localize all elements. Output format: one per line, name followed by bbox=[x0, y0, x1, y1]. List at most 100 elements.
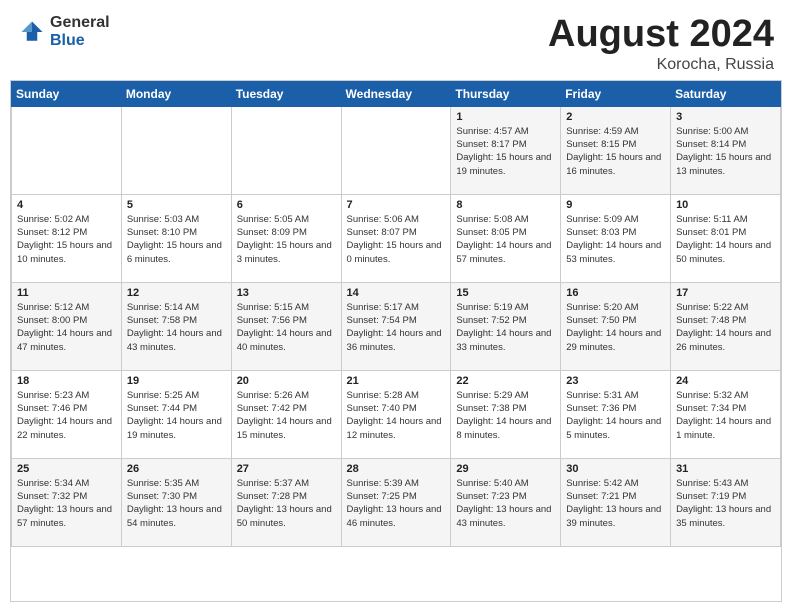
calendar-week-5: 25 Sunrise: 5:34 AM Sunset: 7:32 PM Dayli… bbox=[12, 458, 781, 546]
day-number: 14 bbox=[347, 287, 446, 299]
calendar-cell: 23 Sunrise: 5:31 AM Sunset: 7:36 PM Dayli… bbox=[561, 370, 671, 458]
header-wednesday: Wednesday bbox=[341, 81, 451, 106]
calendar-cell: 19Sunrise: 5:25 AM Sunset: 7:44 PM Dayli… bbox=[121, 370, 231, 458]
day-info: Sunrise: 5:19 AM Sunset: 7:52 PM Dayligh… bbox=[456, 301, 555, 354]
calendar-cell: 20 Sunrise: 5:26 AM Sunset: 7:42 PM Dayli… bbox=[231, 370, 341, 458]
day-info: Sunrise: 5:26 AM Sunset: 7:42 PM Dayligh… bbox=[237, 389, 336, 442]
day-number: 31 bbox=[676, 463, 775, 475]
calendar-cell: 15 Sunrise: 5:19 AM Sunset: 7:52 PM Dayli… bbox=[451, 282, 561, 370]
header-friday: Friday bbox=[561, 81, 671, 106]
day-info: Sunrise: 5:34 AM Sunset: 7:32 PM Dayligh… bbox=[17, 477, 116, 530]
day-number: 25 bbox=[17, 463, 116, 475]
day-number: 10 bbox=[676, 199, 775, 211]
calendar-cell: 30 Sunrise: 5:42 AM Sunset: 7:21 PM Dayli… bbox=[561, 458, 671, 546]
weekday-header-row: Sunday Monday Tuesday Wednesday Thursday… bbox=[12, 81, 781, 106]
calendar-location: Korocha, Russia bbox=[548, 56, 774, 74]
calendar-body: 1Sunrise: 4:57 AM Sunset: 8:17 PM Daylig… bbox=[12, 106, 781, 546]
calendar-cell: 31 Sunrise: 5:43 AM Sunset: 7:19 PM Dayli… bbox=[671, 458, 781, 546]
day-number: 21 bbox=[347, 375, 446, 387]
calendar-cell: 3 Sunrise: 5:00 AM Sunset: 8:14 PM Daylig… bbox=[671, 106, 781, 194]
calendar-cell: 12 Sunrise: 5:14 AM Sunset: 7:58 PM Dayli… bbox=[121, 282, 231, 370]
header: General Blue August 2024 Korocha, Russia bbox=[0, 0, 792, 80]
day-number: 3 bbox=[676, 111, 775, 123]
day-number: 13 bbox=[237, 287, 336, 299]
calendar-table: Sunday Monday Tuesday Wednesday Thursday… bbox=[11, 81, 781, 547]
logo: General Blue bbox=[18, 14, 110, 49]
day-number: 16 bbox=[566, 287, 665, 299]
calendar-cell: 27Sunrise: 5:37 AM Sunset: 7:28 PM Dayli… bbox=[231, 458, 341, 546]
day-number: 23 bbox=[566, 375, 665, 387]
calendar-cell bbox=[341, 106, 451, 194]
calendar-cell: 2 Sunrise: 4:59 AM Sunset: 8:15 PM Daylig… bbox=[561, 106, 671, 194]
day-number: 19 bbox=[127, 375, 226, 387]
title-block: August 2024 Korocha, Russia bbox=[548, 14, 774, 74]
calendar-week-2: 4Sunrise: 5:02 AM Sunset: 8:12 PM Daylig… bbox=[12, 194, 781, 282]
day-number: 12 bbox=[127, 287, 226, 299]
calendar-cell: 18 Sunrise: 5:23 AM Sunset: 7:46 PM Dayli… bbox=[12, 370, 122, 458]
day-number: 9 bbox=[566, 199, 665, 211]
day-number: 7 bbox=[347, 199, 446, 211]
calendar-cell: 7 Sunrise: 5:06 AM Sunset: 8:07 PM Daylig… bbox=[341, 194, 451, 282]
day-info: Sunrise: 5:40 AM Sunset: 7:23 PM Dayligh… bbox=[456, 477, 555, 530]
calendar-cell: 17 Sunrise: 5:22 AM Sunset: 7:48 PM Dayli… bbox=[671, 282, 781, 370]
calendar-cell bbox=[12, 106, 122, 194]
day-number: 1 bbox=[456, 111, 555, 123]
header-monday: Monday bbox=[121, 81, 231, 106]
day-number: 18 bbox=[17, 375, 116, 387]
calendar-cell: 29Sunrise: 5:40 AM Sunset: 7:23 PM Dayli… bbox=[451, 458, 561, 546]
day-info: Sunrise: 5:14 AM Sunset: 7:58 PM Dayligh… bbox=[127, 301, 226, 354]
calendar-cell: 16 Sunrise: 5:20 AM Sunset: 7:50 PM Dayli… bbox=[561, 282, 671, 370]
day-number: 8 bbox=[456, 199, 555, 211]
day-info: Sunrise: 5:37 AM Sunset: 7:28 PM Dayligh… bbox=[237, 477, 336, 530]
calendar-cell: 21 Sunrise: 5:28 AM Sunset: 7:40 PM Dayli… bbox=[341, 370, 451, 458]
day-info: Sunrise: 5:11 AM Sunset: 8:01 PM Dayligh… bbox=[676, 213, 775, 266]
day-info: Sunrise: 5:03 AM Sunset: 8:10 PM Dayligh… bbox=[127, 213, 226, 266]
header-saturday: Saturday bbox=[671, 81, 781, 106]
calendar-title: August 2024 bbox=[548, 14, 774, 56]
day-info: Sunrise: 5:39 AM Sunset: 7:25 PM Dayligh… bbox=[347, 477, 446, 530]
day-info: Sunrise: 5:05 AM Sunset: 8:09 PM Dayligh… bbox=[237, 213, 336, 266]
day-info: Sunrise: 4:59 AM Sunset: 8:15 PM Dayligh… bbox=[566, 125, 665, 178]
calendar-cell: 22 Sunrise: 5:29 AM Sunset: 7:38 PM Dayli… bbox=[451, 370, 561, 458]
day-number: 20 bbox=[237, 375, 336, 387]
day-info: Sunrise: 5:32 AM Sunset: 7:34 PM Dayligh… bbox=[676, 389, 775, 442]
logo-blue-text: Blue bbox=[50, 32, 110, 50]
calendar-week-1: 1Sunrise: 4:57 AM Sunset: 8:17 PM Daylig… bbox=[12, 106, 781, 194]
day-info: Sunrise: 5:43 AM Sunset: 7:19 PM Dayligh… bbox=[676, 477, 775, 530]
day-number: 5 bbox=[127, 199, 226, 211]
day-number: 6 bbox=[237, 199, 336, 211]
day-info: Sunrise: 5:09 AM Sunset: 8:03 PM Dayligh… bbox=[566, 213, 665, 266]
day-info: Sunrise: 5:20 AM Sunset: 7:50 PM Dayligh… bbox=[566, 301, 665, 354]
day-number: 11 bbox=[17, 287, 116, 299]
day-info: Sunrise: 5:29 AM Sunset: 7:38 PM Dayligh… bbox=[456, 389, 555, 442]
calendar-cell: 1Sunrise: 4:57 AM Sunset: 8:17 PM Daylig… bbox=[451, 106, 561, 194]
day-info: Sunrise: 5:02 AM Sunset: 8:12 PM Dayligh… bbox=[17, 213, 116, 266]
day-info: Sunrise: 5:08 AM Sunset: 8:05 PM Dayligh… bbox=[456, 213, 555, 266]
logo-general-text: General bbox=[50, 14, 110, 32]
day-info: Sunrise: 5:23 AM Sunset: 7:46 PM Dayligh… bbox=[17, 389, 116, 442]
calendar-cell: 5 Sunrise: 5:03 AM Sunset: 8:10 PM Daylig… bbox=[121, 194, 231, 282]
day-info: Sunrise: 5:31 AM Sunset: 7:36 PM Dayligh… bbox=[566, 389, 665, 442]
day-number: 17 bbox=[676, 287, 775, 299]
day-info: Sunrise: 5:00 AM Sunset: 8:14 PM Dayligh… bbox=[676, 125, 775, 178]
header-thursday: Thursday bbox=[451, 81, 561, 106]
day-number: 15 bbox=[456, 287, 555, 299]
header-sunday: Sunday bbox=[12, 81, 122, 106]
calendar-cell: 28 Sunrise: 5:39 AM Sunset: 7:25 PM Dayli… bbox=[341, 458, 451, 546]
day-info: Sunrise: 5:06 AM Sunset: 8:07 PM Dayligh… bbox=[347, 213, 446, 266]
calendar-week-4: 18 Sunrise: 5:23 AM Sunset: 7:46 PM Dayli… bbox=[12, 370, 781, 458]
calendar-cell: 9 Sunrise: 5:09 AM Sunset: 8:03 PM Daylig… bbox=[561, 194, 671, 282]
day-info: Sunrise: 5:28 AM Sunset: 7:40 PM Dayligh… bbox=[347, 389, 446, 442]
day-number: 24 bbox=[676, 375, 775, 387]
calendar-cell bbox=[121, 106, 231, 194]
calendar-cell: 6 Sunrise: 5:05 AM Sunset: 8:09 PM Daylig… bbox=[231, 194, 341, 282]
day-info: Sunrise: 5:22 AM Sunset: 7:48 PM Dayligh… bbox=[676, 301, 775, 354]
calendar-cell: 26Sunrise: 5:35 AM Sunset: 7:30 PM Dayli… bbox=[121, 458, 231, 546]
day-number: 28 bbox=[347, 463, 446, 475]
day-number: 2 bbox=[566, 111, 665, 123]
day-number: 22 bbox=[456, 375, 555, 387]
day-info: Sunrise: 5:12 AM Sunset: 8:00 PM Dayligh… bbox=[17, 301, 116, 354]
day-info: Sunrise: 5:42 AM Sunset: 7:21 PM Dayligh… bbox=[566, 477, 665, 530]
calendar-cell: 10 Sunrise: 5:11 AM Sunset: 8:01 PM Dayli… bbox=[671, 194, 781, 282]
day-number: 30 bbox=[566, 463, 665, 475]
